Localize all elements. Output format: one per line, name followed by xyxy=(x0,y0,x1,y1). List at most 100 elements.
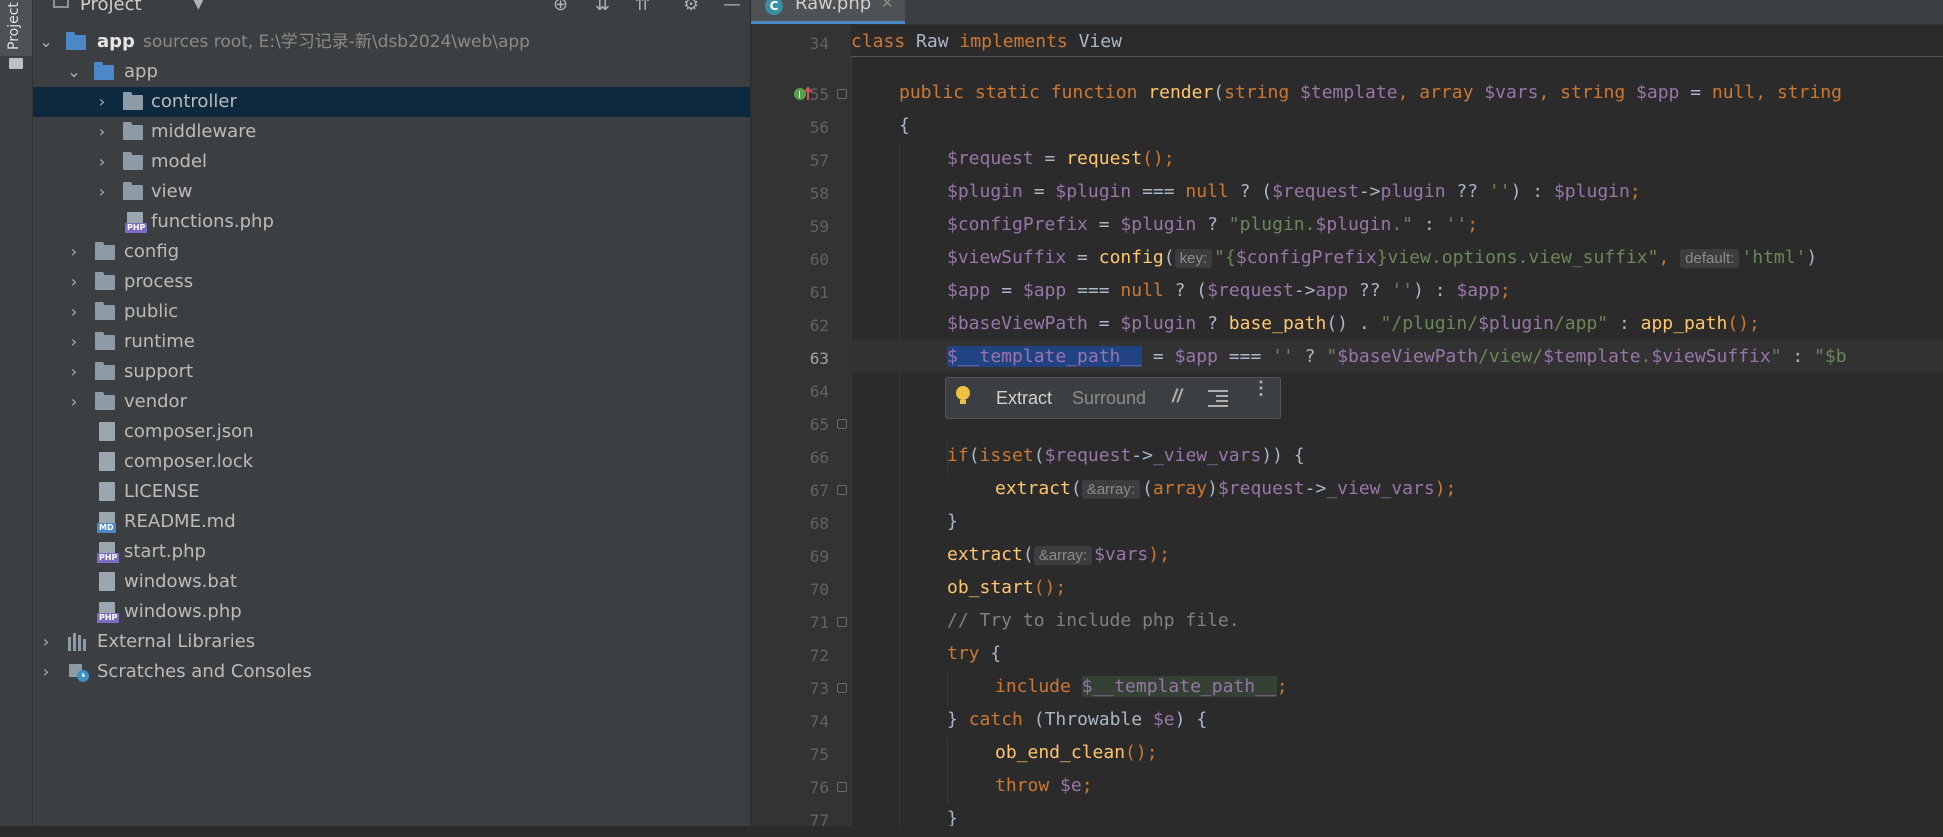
tree-row-config[interactable]: › config xyxy=(33,237,750,267)
tree-row-controller[interactable]: › controller xyxy=(33,87,750,117)
tree-label: composer.json xyxy=(124,421,254,442)
code-line-75: throw $e; xyxy=(995,769,1093,802)
collapse-all-icon[interactable]: ⇈ xyxy=(635,0,650,15)
chevron-right-icon[interactable]: › xyxy=(95,177,109,207)
chevron-down-icon[interactable]: ⌄ xyxy=(39,27,53,57)
tree-row-middleware[interactable]: › middleware xyxy=(33,117,750,147)
tree-row-app[interactable]: ⌄ app xyxy=(33,57,750,87)
implements-method-icon[interactable]: I xyxy=(793,84,813,104)
token: extract xyxy=(995,478,1071,499)
tree-row-scratches[interactable]: › Scratches and Consoles xyxy=(33,657,750,687)
chevron-right-icon[interactable]: › xyxy=(95,87,109,117)
source-folder-icon xyxy=(94,62,114,80)
line-number: 66 xyxy=(809,448,829,467)
token: ( xyxy=(1070,478,1082,499)
tree-row-public[interactable]: › public xyxy=(33,297,750,327)
tree-row-start-php[interactable]: PHP start.php xyxy=(33,537,750,567)
locate-file-icon[interactable]: ⊕ xyxy=(553,0,568,15)
chevron-right-icon[interactable]: › xyxy=(95,147,109,177)
hide-panel-icon[interactable]: — xyxy=(723,0,741,15)
tree-row-composer-lock[interactable]: composer.lock xyxy=(33,447,750,477)
expand-all-icon[interactable]: ⇊ xyxy=(595,0,610,15)
token: $plugin xyxy=(1478,313,1554,334)
fold-marker[interactable] xyxy=(837,683,847,693)
token: $plugin xyxy=(1120,313,1197,334)
token: ) xyxy=(1806,247,1818,268)
tree-row-support[interactable]: › support xyxy=(33,357,750,387)
project-panel-title[interactable]: Project xyxy=(80,0,142,15)
fold-marker[interactable] xyxy=(837,89,847,99)
comment-icon[interactable]: // xyxy=(1172,386,1182,407)
code-line-74: ob_end_clean(); xyxy=(995,736,1158,769)
reformat-icon[interactable] xyxy=(1208,390,1228,407)
editor-gutter[interactable]: 34 55 56 57 58 59 60 61 62 63 64 65 66 6… xyxy=(751,25,851,830)
line-number: 58 xyxy=(809,184,829,203)
token: Throwable xyxy=(1044,709,1143,730)
fold-marker[interactable] xyxy=(837,782,847,792)
token: $plugin xyxy=(1315,214,1392,235)
chevron-right-icon[interactable]: › xyxy=(39,627,53,657)
token: = xyxy=(1066,247,1099,268)
fold-marker[interactable] xyxy=(837,485,847,495)
tree-row-windows-bat[interactable]: windows.bat xyxy=(33,567,750,597)
token: = xyxy=(1142,346,1175,367)
token: $request xyxy=(1207,280,1294,301)
token: _view_vars xyxy=(1152,445,1262,466)
tree-label: windows.bat xyxy=(124,571,237,592)
tree-row-external-libraries[interactable]: › External Libraries xyxy=(33,627,750,657)
tree-row-model[interactable]: › model xyxy=(33,147,750,177)
folder-icon xyxy=(95,392,115,410)
chevron-down-icon[interactable]: ⌄ xyxy=(67,57,81,87)
token: request xyxy=(1066,148,1143,169)
token: ( xyxy=(1213,82,1225,103)
fold-marker[interactable] xyxy=(837,419,847,429)
token: ; xyxy=(1499,280,1511,301)
tab-raw-php[interactable]: C Raw.php ✕ xyxy=(751,0,905,24)
tree-row-readme[interactable]: MD README.md xyxy=(33,507,750,537)
chevron-right-icon[interactable]: › xyxy=(67,327,81,357)
chevron-right-icon[interactable]: › xyxy=(95,117,109,147)
code-editor[interactable]: class Raw implements View public static … xyxy=(851,25,1943,826)
lightbulb-icon[interactable] xyxy=(956,386,970,404)
chevron-right-icon[interactable]: › xyxy=(67,297,81,327)
token: Raw xyxy=(916,31,949,52)
gear-icon[interactable]: ⚙ xyxy=(683,0,699,15)
chevron-right-icon[interactable]: › xyxy=(67,357,81,387)
token: 'html' xyxy=(1741,247,1807,268)
tree-row-composer-json[interactable]: composer.json xyxy=(33,417,750,447)
tree-row-vendor[interactable]: › vendor xyxy=(33,387,750,417)
token: catch xyxy=(968,709,1023,730)
fold-marker[interactable] xyxy=(837,617,847,627)
tree-label: controller xyxy=(151,91,237,112)
code-line-61: $app = $app === null ? ($request->app ??… xyxy=(947,274,1511,307)
surround-button[interactable]: Surround xyxy=(1072,388,1146,409)
token: ." xyxy=(1391,214,1414,235)
chevron-right-icon[interactable]: › xyxy=(67,267,81,297)
project-tool-tab[interactable]: Project xyxy=(0,0,32,56)
line-number: 77 xyxy=(809,811,829,830)
token: implements xyxy=(959,31,1068,52)
chevron-right-icon[interactable]: › xyxy=(67,387,81,417)
line-number: 34 xyxy=(809,34,829,53)
tree-row-functions-php[interactable]: PHP functions.php xyxy=(33,207,750,237)
extract-button[interactable]: Extract xyxy=(996,388,1052,409)
token: } xyxy=(947,709,969,730)
chevron-right-icon[interactable]: › xyxy=(39,657,53,687)
chevron-right-icon[interactable]: › xyxy=(67,237,81,267)
token: $app xyxy=(1022,280,1067,301)
tree-row-process[interactable]: › process xyxy=(33,267,750,297)
line-number-current: 63 xyxy=(809,349,829,368)
tree-row-runtime[interactable]: › runtime xyxy=(33,327,750,357)
tree-row-license[interactable]: LICENSE xyxy=(33,477,750,507)
root-folder-hint: sources root, E:\学习记录-新\dsb2024\web\app xyxy=(143,32,530,52)
tree-row-view[interactable]: › view xyxy=(33,177,750,207)
chevron-down-icon[interactable]: ▼ xyxy=(193,0,204,12)
tree-row-windows-php[interactable]: PHP windows.php xyxy=(33,597,750,627)
token: include xyxy=(995,676,1071,697)
line-number: 65 xyxy=(809,415,829,434)
tree-row-root[interactable]: ⌄ app sources root, E:\学习记录-新\dsb2024\we… xyxy=(33,27,750,57)
token: ( xyxy=(1142,478,1153,499)
more-options-icon[interactable]: ⋮ xyxy=(1252,379,1270,397)
folder-icon xyxy=(95,332,115,350)
close-icon[interactable]: ✕ xyxy=(881,0,894,12)
